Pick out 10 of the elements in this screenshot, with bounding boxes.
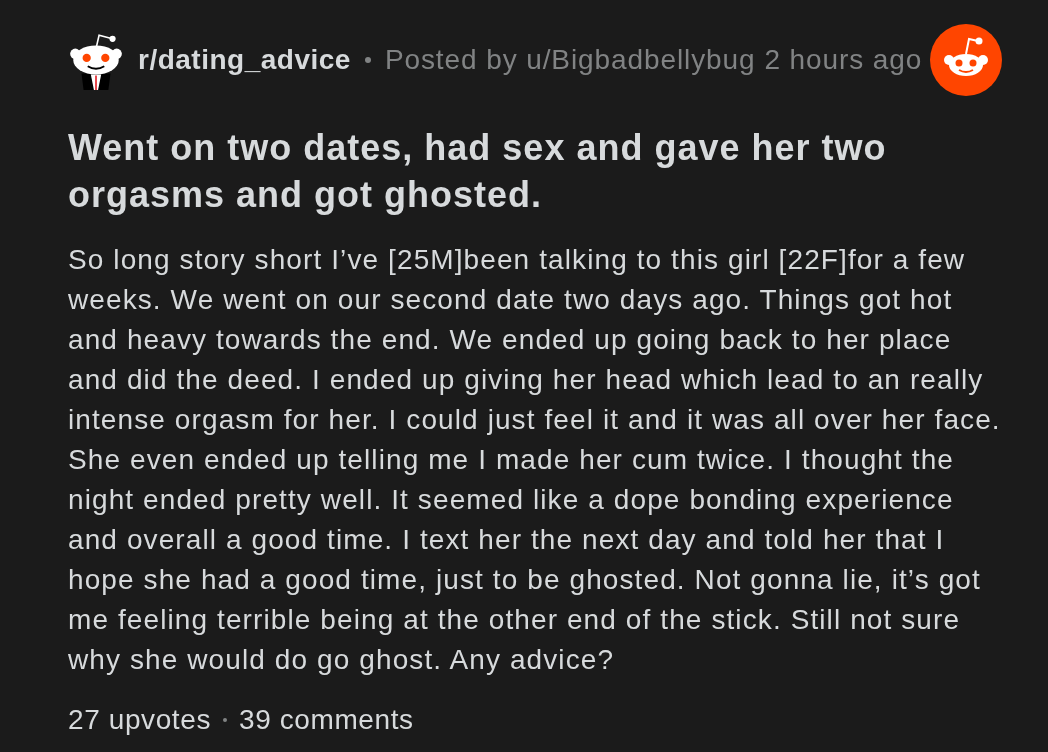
separator-dot-icon <box>364 57 371 63</box>
upvote-count: 27 upvotes <box>68 703 211 737</box>
comment-count: 39 comments <box>239 703 414 737</box>
logo-icon[interactable] <box>930 24 1002 96</box>
post-title: Went on two dates, had sex and gave her two orgasms and got ghosted. <box>68 126 888 217</box>
separator-dot-icon <box>223 718 227 722</box>
posted-by-text: Posted by u/Bigbadbellybug <box>384 44 756 76</box>
post-body: So long story short I’ve [25M]been talking to this girl [22F]for a few weeks. We went on our second date two days ago. Things got hot and heavy towards the end. We ended up going back to her place and did the deed. I ended up giving her head which lead to an really intense orgasm for her. I could just feel it and it was all over her face. She even ended up telling me I made her cum twice. I thought the night ended pretty well. It seemed like a dope bonding experience and overall a good time. I text her the next day and told her that I hope she had a good time, just to be ghosted. Not gonna lie, it’s got me feeling terrible being at the other end of the stick. Still not sure why she would do go ghost. Any advice? <box>68 243 1002 677</box>
post-time: 2 hours ago <box>764 44 923 76</box>
subreddit-link[interactable]: r/dating_advice <box>138 44 351 76</box>
